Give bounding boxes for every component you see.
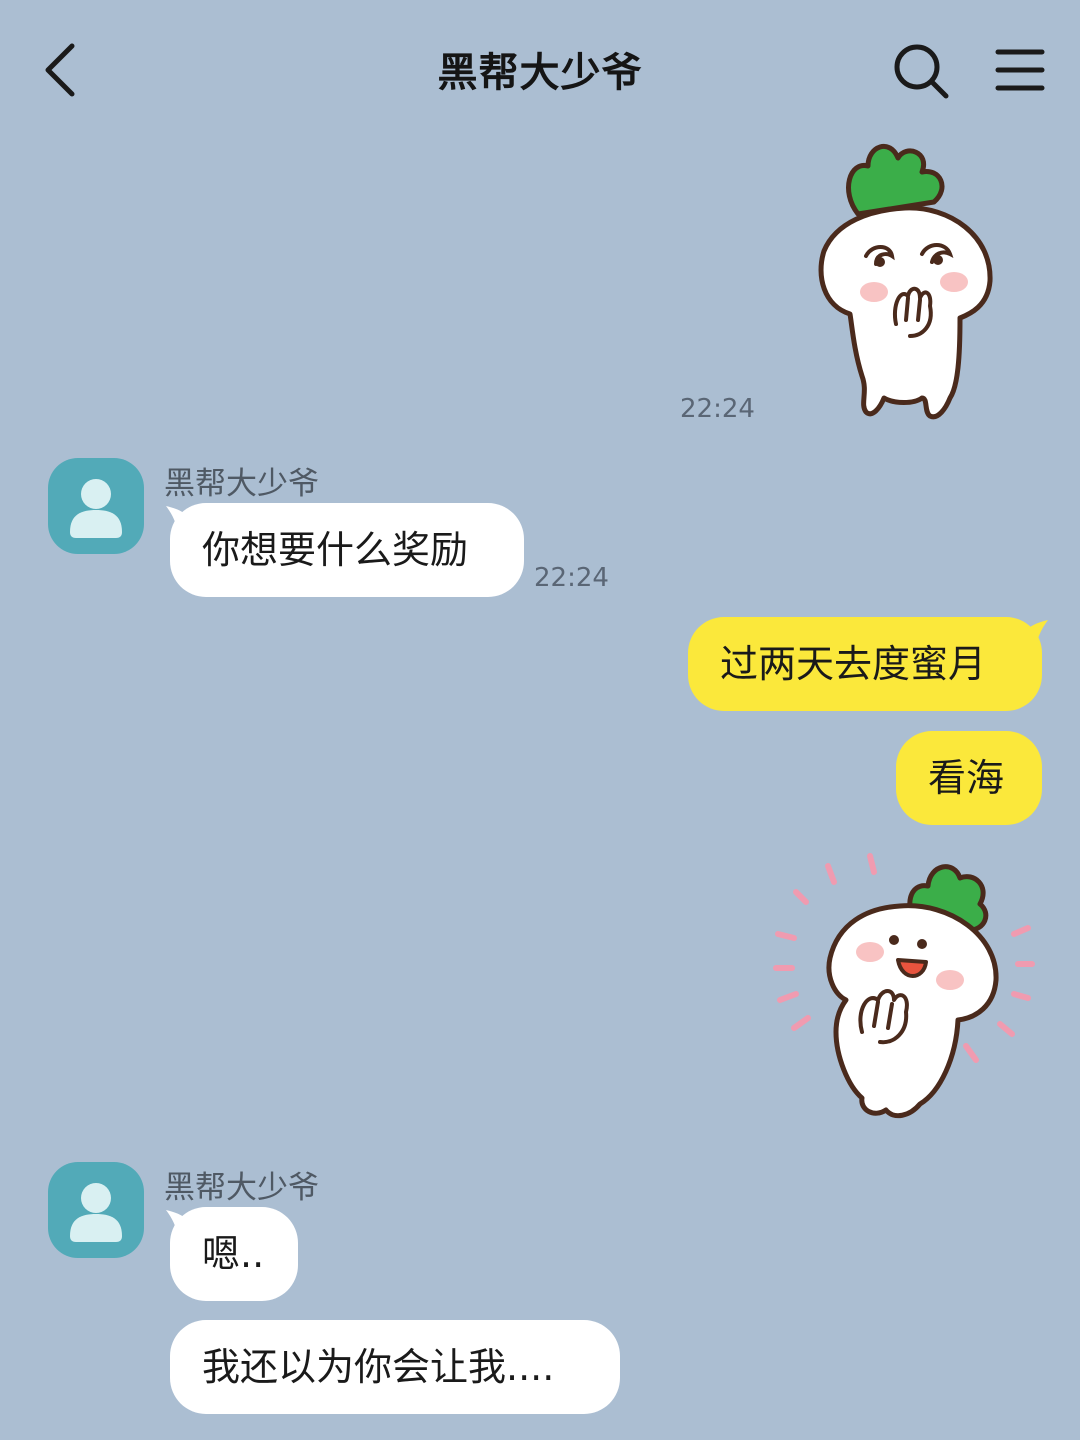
message-bubble[interactable]: 我还以为你会让我.... (170, 1320, 620, 1414)
avatar[interactable] (48, 1162, 144, 1258)
message-timestamp: 22:24 (534, 563, 609, 593)
message-timestamp: 22:24 (680, 394, 755, 424)
radish-blushing-sticker[interactable] (810, 136, 1000, 432)
radish-excited-sticker[interactable] (770, 848, 1040, 1128)
message-bubble[interactable]: 过两天去度蜜月 (688, 617, 1042, 711)
sender-name: 黑帮大少爷 (164, 1170, 319, 1206)
avatar[interactable] (48, 458, 144, 554)
sender-name: 黑帮大少爷 (164, 466, 319, 502)
user-icon (70, 479, 122, 538)
menu-button[interactable] (990, 42, 1050, 98)
message-bubble[interactable]: 你想要什么奖励 (170, 503, 524, 597)
menu-icon (995, 49, 1045, 91)
bubble-tail (1024, 620, 1048, 646)
search-icon (894, 44, 949, 99)
search-button[interactable] (888, 38, 954, 104)
user-icon (70, 1183, 122, 1242)
chat-header: 黑帮大少爷 (0, 0, 1080, 140)
message-bubble[interactable]: 看海 (896, 731, 1042, 825)
message-bubble[interactable]: 嗯.. (170, 1207, 298, 1301)
